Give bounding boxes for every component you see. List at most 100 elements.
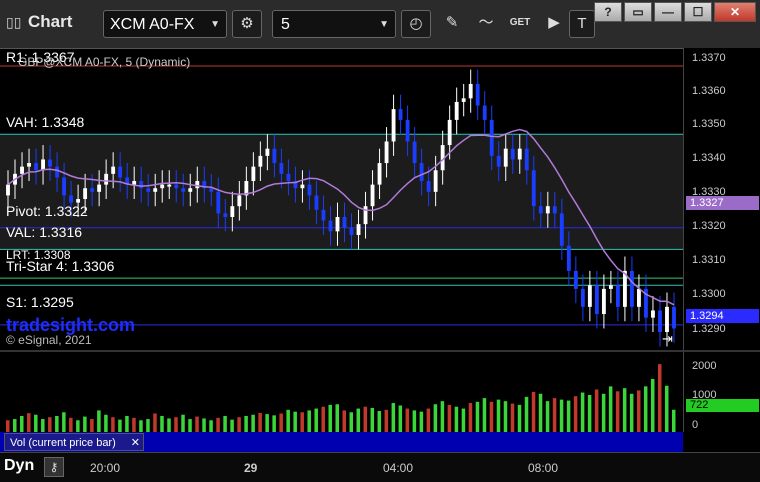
volume-bar [188, 419, 192, 432]
candle-body [531, 170, 536, 207]
candle-body [629, 270, 634, 307]
candle-body [419, 163, 424, 182]
candle-body [405, 119, 410, 142]
help-button[interactable]: ? [594, 2, 622, 22]
candle-body [552, 206, 557, 214]
text-button[interactable]: T [569, 10, 595, 38]
volume-bar [335, 404, 339, 432]
volume-bar [34, 414, 38, 432]
settings-button[interactable]: ⚙ [232, 10, 262, 38]
volume-bar [195, 416, 199, 432]
volume-bar [587, 395, 592, 432]
candle-body [559, 213, 564, 246]
scroll-to-end-icon[interactable]: ⇥ [662, 331, 673, 347]
volume-bar [76, 420, 80, 432]
price-chart[interactable] [0, 48, 683, 350]
volume-bar [412, 410, 417, 432]
candle-body [174, 184, 179, 189]
interval-dropdown[interactable]: 5 ▼ [272, 10, 396, 38]
volume-chart[interactable] [0, 352, 683, 432]
time-axis[interactable]: Dyn ⚷ 20:00 29 04:00 08:00 [0, 452, 760, 482]
price-tick: 1.3300 [692, 288, 726, 300]
price-tick: 1.3340 [692, 152, 726, 164]
volume-bar [650, 378, 655, 432]
draw-button[interactable]: ✎ [437, 10, 467, 38]
time-template-button[interactable]: ◴ [401, 10, 431, 38]
volume-bar [545, 401, 550, 432]
volume-bar [671, 409, 676, 432]
volume-bar [328, 404, 332, 432]
restore-button[interactable]: ▭ [624, 2, 652, 22]
candle-body [97, 184, 102, 192]
gear-icon: ⚙ [240, 15, 254, 32]
price-axis[interactable]: 1.3370 1.3360 1.3350 1.3340 1.3330 1.332… [683, 48, 760, 350]
title-bar: ▯▯ Chart XCM A0-FX ▼ ⚙ 5 ▼ ◴ ✎ 〜 GET ▶ T… [0, 0, 760, 49]
study-icon: 〜 [478, 14, 494, 31]
volume-bar [160, 415, 164, 432]
candle-body [153, 188, 158, 192]
candle-body [433, 170, 438, 192]
price-tick: 1.3360 [692, 85, 726, 97]
chart-app-icon: ▯▯ [6, 14, 22, 30]
candle-body [335, 216, 340, 232]
get-button[interactable]: GET [505, 10, 535, 38]
volume-bar [419, 411, 424, 432]
price-tick: 1.3290 [692, 323, 726, 335]
candle-body [279, 163, 284, 174]
volume-bar [482, 398, 487, 432]
lock-icon[interactable]: ⚷ [44, 457, 64, 477]
volume-bar [636, 390, 641, 432]
play-button[interactable]: ▶ [539, 10, 569, 38]
restore-icon: ▭ [632, 5, 644, 19]
minimize-button[interactable]: — [654, 2, 682, 22]
candle-body [314, 195, 319, 210]
volume-bar [447, 404, 452, 432]
candle-body [587, 285, 592, 307]
volume-axis[interactable]: 2000 1000 0 722 [683, 352, 760, 432]
dynamic-label: Dyn [4, 457, 35, 474]
candle-body [286, 173, 291, 182]
maximize-icon: ☐ [692, 5, 704, 19]
s1-label: S1: 1.3295 [6, 294, 74, 310]
candle-body [265, 148, 270, 156]
candle-body [48, 159, 52, 167]
symbol-dropdown[interactable]: XCM A0-FX ▼ [103, 10, 227, 38]
text-tool-icon: T [577, 15, 587, 32]
maximize-button[interactable]: ☐ [684, 2, 712, 22]
pivot-label: Pivot: 1.3322 [6, 203, 88, 219]
last-volume-badge: 722 [686, 399, 759, 412]
candle-body [55, 166, 60, 178]
close-icon: ✕ [729, 5, 741, 19]
candle-body [573, 270, 578, 289]
candle-body [608, 285, 613, 289]
volume-bar [314, 408, 318, 432]
candle-body [580, 288, 585, 307]
candle-body [412, 141, 417, 164]
volume-bar [132, 417, 136, 432]
candle-body [181, 188, 186, 192]
close-button[interactable]: ✕ [714, 2, 756, 22]
candle-body [69, 195, 74, 203]
volume-bar [517, 404, 522, 432]
candle-body [237, 195, 242, 207]
clock-icon: ◴ [409, 15, 423, 32]
volume-bar [664, 385, 669, 432]
candle-body [496, 155, 501, 167]
volume-bar [342, 410, 347, 432]
volume-bar [20, 415, 24, 432]
volume-bar [384, 409, 389, 432]
volume-bar [468, 403, 473, 432]
close-icon[interactable]: ✕ [131, 434, 140, 452]
candle-body [209, 188, 214, 192]
volume-bar [244, 415, 248, 432]
volume-bar [538, 393, 543, 432]
volume-bar [230, 419, 234, 432]
volume-bar [90, 419, 94, 432]
volume-bar [307, 410, 311, 432]
candle-body [104, 173, 109, 185]
candle-body [251, 166, 256, 182]
studies-button[interactable]: 〜 [471, 10, 501, 38]
volume-study-label[interactable]: Vol (current price bar) ✕ [4, 433, 144, 451]
candle-body [566, 245, 571, 271]
volume-bar [496, 399, 501, 432]
